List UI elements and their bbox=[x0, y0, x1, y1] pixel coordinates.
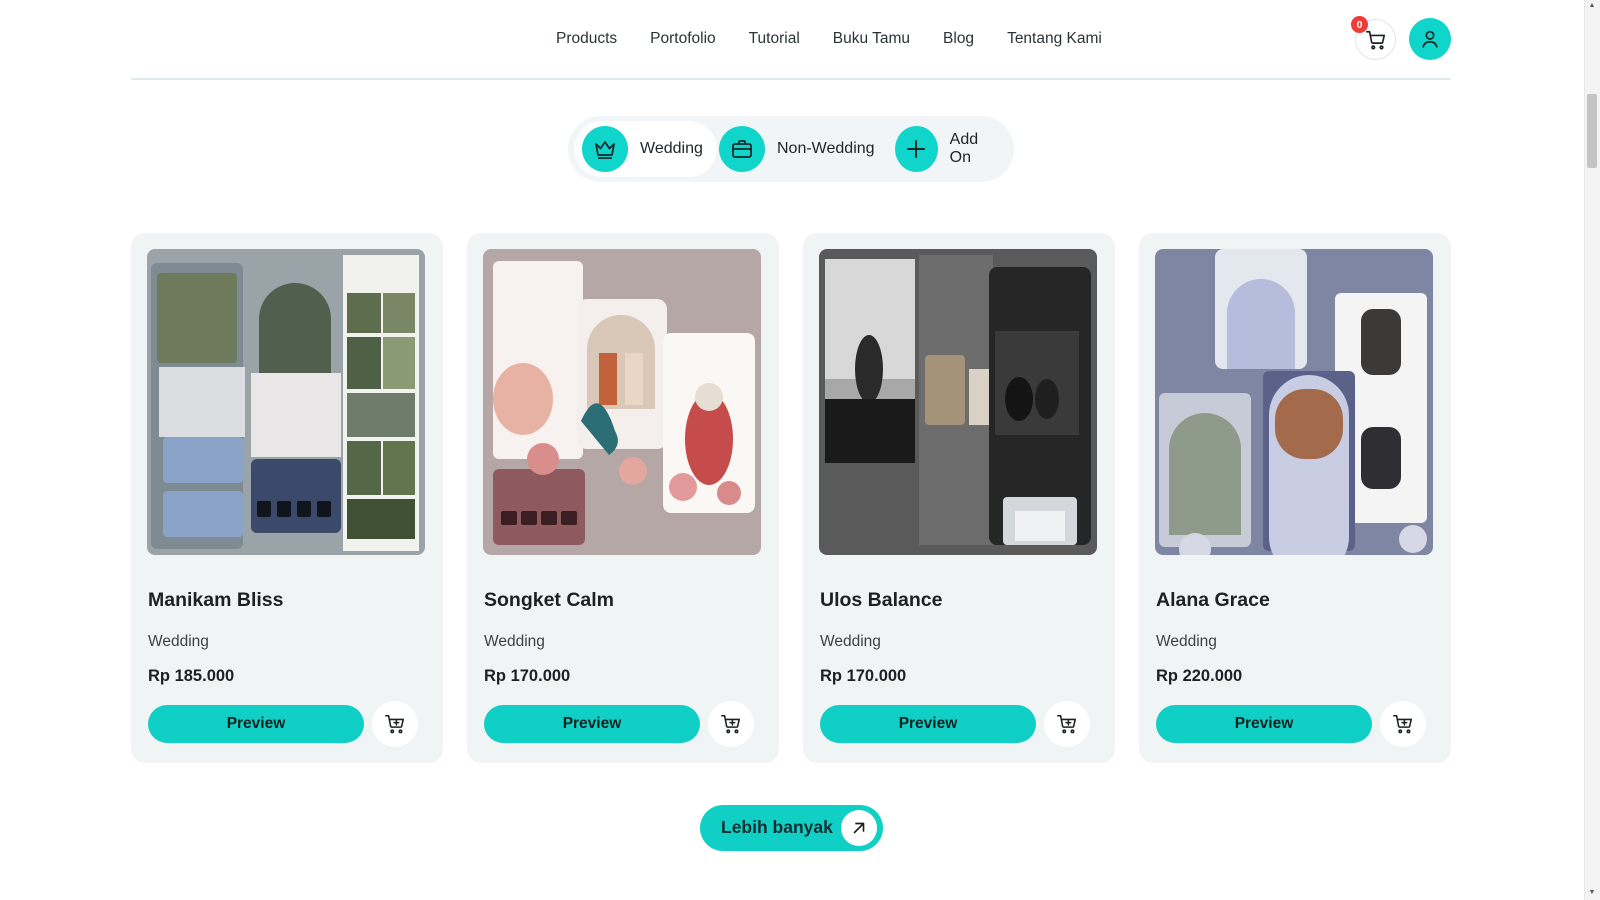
product-name: Songket Calm bbox=[484, 589, 615, 611]
cart-count-badge: 0 bbox=[1351, 16, 1368, 33]
product-name: Manikam Bliss bbox=[148, 589, 284, 611]
product-thumbnail[interactable] bbox=[819, 249, 1097, 555]
tab-non-wedding-label: Non-Wedding bbox=[777, 140, 875, 157]
product-card: Ulos Balance Wedding Rp 170.000 Preview bbox=[803, 233, 1115, 763]
product-category: Wedding bbox=[820, 633, 881, 650]
product-card: Manikam Bliss Wedding Rp 185.000 Preview bbox=[131, 233, 443, 763]
product-thumbnail[interactable] bbox=[1155, 249, 1433, 555]
tab-add-on[interactable]: Add On bbox=[887, 121, 1014, 177]
product-category: Wedding bbox=[484, 633, 545, 650]
product-name: Ulos Balance bbox=[820, 589, 943, 611]
tab-non-wedding[interactable]: Non-Wedding bbox=[711, 121, 889, 177]
cart-plus-icon bbox=[1057, 714, 1077, 734]
preview-button[interactable]: Preview bbox=[1156, 705, 1372, 743]
nav-portofolio[interactable]: Portofolio bbox=[650, 28, 715, 50]
product-category: Wedding bbox=[148, 633, 209, 650]
cart-plus-icon bbox=[721, 714, 741, 734]
user-icon bbox=[1422, 30, 1438, 48]
add-to-cart-button[interactable] bbox=[372, 701, 418, 747]
user-account-button[interactable] bbox=[1409, 18, 1451, 60]
nav-tentang-kami[interactable]: Tentang Kami bbox=[1007, 28, 1102, 50]
plus-icon bbox=[895, 126, 938, 172]
preview-button[interactable]: Preview bbox=[820, 705, 1036, 743]
crown-icon bbox=[582, 126, 628, 172]
arrow-up-right-icon bbox=[841, 810, 877, 846]
product-price: Rp 220.000 bbox=[1156, 667, 1243, 685]
scroll-down-arrow-icon[interactable]: ▼ bbox=[1588, 889, 1596, 897]
product-card: Songket Calm Wedding Rp 170.000 Preview bbox=[467, 233, 779, 763]
main-nav: Products Portofolio Tutorial Buku Tamu B… bbox=[556, 28, 1102, 50]
cart-icon bbox=[1365, 30, 1385, 49]
scroll-up-arrow-icon[interactable]: ▲ bbox=[1588, 2, 1596, 10]
product-thumbnail[interactable] bbox=[483, 249, 761, 555]
add-to-cart-button[interactable] bbox=[708, 701, 754, 747]
product-price: Rp 170.000 bbox=[820, 667, 907, 685]
product-price: Rp 170.000 bbox=[484, 667, 571, 685]
preview-button[interactable]: Preview bbox=[148, 705, 364, 743]
tab-wedding[interactable]: Wedding bbox=[574, 121, 717, 177]
tab-add-on-label: Add On bbox=[949, 131, 979, 166]
briefcase-icon bbox=[719, 126, 765, 172]
nav-buku-tamu[interactable]: Buku Tamu bbox=[833, 28, 910, 50]
nav-tutorial[interactable]: Tutorial bbox=[749, 28, 800, 50]
scrollbar-thumb[interactable] bbox=[1587, 94, 1597, 168]
add-to-cart-button[interactable] bbox=[1380, 701, 1426, 747]
product-category: Wedding bbox=[1156, 633, 1217, 650]
header-divider bbox=[131, 78, 1451, 80]
preview-button[interactable]: Preview bbox=[484, 705, 700, 743]
product-thumbnail[interactable] bbox=[147, 249, 425, 555]
tab-wedding-label: Wedding bbox=[640, 140, 703, 157]
nav-blog[interactable]: Blog bbox=[943, 28, 974, 50]
product-name: Alana Grace bbox=[1156, 589, 1270, 611]
load-more-label: Lebih banyak bbox=[721, 817, 833, 837]
cart-plus-icon bbox=[385, 714, 405, 734]
product-price: Rp 185.000 bbox=[148, 667, 235, 685]
category-tabs: Wedding Non-Wedding Add On bbox=[568, 116, 1014, 182]
add-to-cart-button[interactable] bbox=[1044, 701, 1090, 747]
load-more-button[interactable]: Lebih banyak bbox=[700, 805, 883, 851]
nav-products[interactable]: Products bbox=[556, 28, 617, 50]
site-header: Products Portofolio Tutorial Buku Tamu B… bbox=[0, 0, 1584, 80]
cart-plus-icon bbox=[1393, 714, 1413, 734]
product-card: Alana Grace Wedding Rp 220.000 Preview bbox=[1139, 233, 1451, 763]
